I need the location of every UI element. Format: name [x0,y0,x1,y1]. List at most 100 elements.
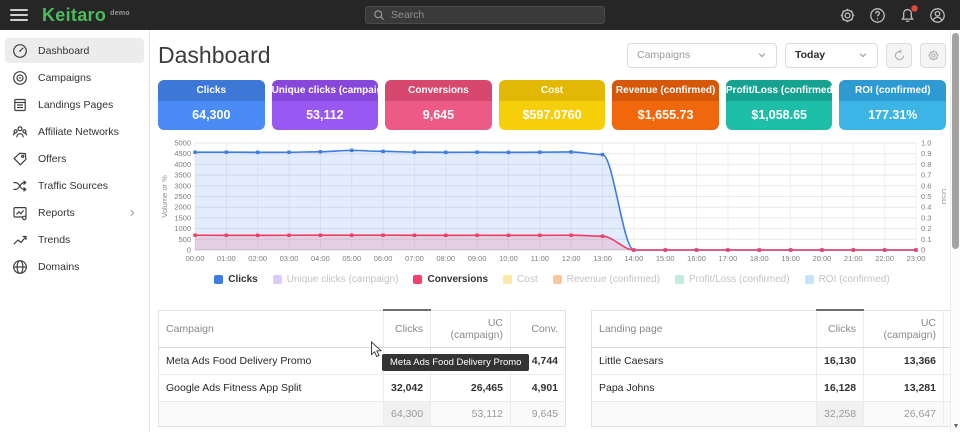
chevron-down-icon [858,50,868,60]
svg-text:0.1: 0.1 [921,235,931,244]
legend-item-roi-confirmed[interactable]: ROI (confirmed) [805,274,890,285]
date-range-select[interactable]: Today [785,43,878,68]
search-input[interactable] [391,9,597,21]
menu-toggle-icon[interactable] [10,9,28,21]
legend-item-unique-clicks-campaign[interactable]: Unique clicks (campaign) [273,274,399,285]
dashboard-settings-button[interactable] [920,43,946,68]
legend-item-revenue-confirmed[interactable]: Revenue (confirmed) [553,274,660,285]
gear-icon[interactable] [839,7,856,24]
metric-card-clicks[interactable]: Clicks64,300 [158,80,265,130]
total-cell: 26,647 [864,401,944,426]
svg-text:12:00: 12:00 [562,254,581,263]
app-logo[interactable]: Keitarodemo [42,5,130,26]
help-icon[interactable] [869,7,886,24]
legend-item-cost[interactable]: Cost [503,274,538,285]
column-header-uc-campaign[interactable]: UC (campaign) [864,310,944,347]
metric-card-unique-clicks-campaign[interactable]: Unique clicks (campaign)53,112 [272,80,379,130]
affiliate-icon [12,124,28,140]
refresh-button[interactable] [886,43,912,68]
campaigns-icon [12,70,28,86]
metric-card-roi-confirmed[interactable]: ROI (confirmed)177.31% [839,80,946,130]
metric-label: Clicks [158,80,265,101]
svg-text:23:00: 23:00 [907,254,926,263]
metric-label: Unique clicks (campaign) [272,80,379,101]
value-cell: 32,042 [384,374,431,401]
table-row[interactable]: Papa Johns16,12813,2812,417 [592,374,960,401]
legend-swatch [503,275,512,284]
svg-text:0.9: 0.9 [921,149,931,158]
chart-canvas[interactable]: 0500100015002000250030003500400045005000… [158,138,946,266]
dashboard-controls: Campaigns Today [627,43,946,68]
sidebar-item-landings-pages[interactable]: Landings Pages [5,92,144,117]
sidebar-item-affiliate-networks[interactable]: Affiliate Networks [5,119,144,144]
svg-text:19:00: 19:00 [781,254,800,263]
svg-text:0.2: 0.2 [921,224,931,233]
gear-icon [927,49,940,62]
table-row[interactable]: Google Ads Fitness App Split32,04226,465… [159,374,566,401]
scrollbar-thumb[interactable] [952,33,959,249]
table-row[interactable]: Little Caesars16,13013,3662,327 [592,347,960,374]
metric-card-profit-loss-confirmed[interactable]: Profit/Loss (confirmed)$1,058.65 [726,80,833,130]
column-header-clicks[interactable]: Clicks [817,310,864,347]
svg-text:22:00: 22:00 [875,254,894,263]
metric-value: 177.31% [839,101,946,130]
legend-label: Cost [517,274,538,285]
legend-swatch [413,275,422,284]
svg-text:09:00: 09:00 [468,254,487,263]
column-header-clicks[interactable]: Clicks [384,310,431,347]
svg-text:1000: 1000 [174,224,191,233]
avatar-icon[interactable] [929,7,946,24]
sidebar-item-dashboard[interactable]: Dashboard [5,38,144,63]
svg-text:13:00: 13:00 [593,254,612,263]
legend-swatch [675,275,684,284]
svg-text:1.0: 1.0 [921,139,931,148]
metric-value: $1,655.73 [612,101,719,130]
global-search[interactable] [365,6,605,24]
svg-text:1500: 1500 [174,213,191,222]
sidebar-item-campaigns[interactable]: Campaigns [5,65,144,90]
svg-text:07:00: 07:00 [405,254,424,263]
value-cell: 13,281 [864,374,944,401]
bell-icon[interactable] [899,7,916,24]
legend-swatch [273,275,282,284]
sidebar-item-label: Traffic Sources [38,180,137,192]
svg-text:18:00: 18:00 [750,254,769,263]
legend-label: Profit/Loss (confirmed) [689,274,790,285]
sidebar-item-label: Dashboard [38,45,137,57]
sidebar-item-domains[interactable]: Domains [5,254,144,279]
svg-text:04:00: 04:00 [311,254,330,263]
svg-text:14:00: 14:00 [624,254,643,263]
scrollbar-down-arrow[interactable]: ▼ [951,423,960,430]
column-header-landing-page[interactable]: Landing page [592,310,817,347]
legend-item-conversions[interactable]: Conversions [413,274,488,285]
metric-card-revenue-confirmed[interactable]: Revenue (confirmed)$1,655.73 [612,80,719,130]
offers-icon [12,151,28,167]
total-cell [592,401,817,426]
sidebar-item-traffic-sources[interactable]: Traffic Sources [5,173,144,198]
legend-item-clicks[interactable]: Clicks [214,274,257,285]
svg-text:0.3: 0.3 [921,213,931,222]
column-header-conv[interactable]: Conv. [511,310,566,347]
column-header-uc-campaign[interactable]: UC (campaign) [431,310,511,347]
landings-icon [12,97,28,113]
svg-text:0.5: 0.5 [921,192,931,201]
column-header-campaign[interactable]: Campaign [159,310,384,347]
sidebar-item-trends[interactable]: Trends [5,227,144,252]
total-cell: 32,258 [817,401,864,426]
sidebar-item-offers[interactable]: Offers [5,146,144,171]
svg-text:4000: 4000 [174,160,191,169]
svg-text:08:00: 08:00 [436,254,455,263]
legend-item-profit-loss-confirmed[interactable]: Profit/Loss (confirmed) [675,274,790,285]
svg-text:0.4: 0.4 [921,203,931,212]
campaigns-filter-select[interactable]: Campaigns [627,43,777,68]
vertical-scrollbar[interactable]: ▼ [950,30,960,432]
metric-card-cost[interactable]: Cost$597.0760 [499,80,606,130]
metric-value: 9,645 [385,101,492,130]
value-cell: 16,130 [817,347,864,374]
traffic-chart: 0500100015002000250030003500400045005000… [158,138,946,285]
row-name-cell: Little Caesars [592,347,817,374]
sidebar-item-reports[interactable]: Reports [5,200,144,225]
reports-icon [12,205,28,221]
metric-card-conversions[interactable]: Conversions9,645 [385,80,492,130]
traffic-icon [12,178,28,194]
